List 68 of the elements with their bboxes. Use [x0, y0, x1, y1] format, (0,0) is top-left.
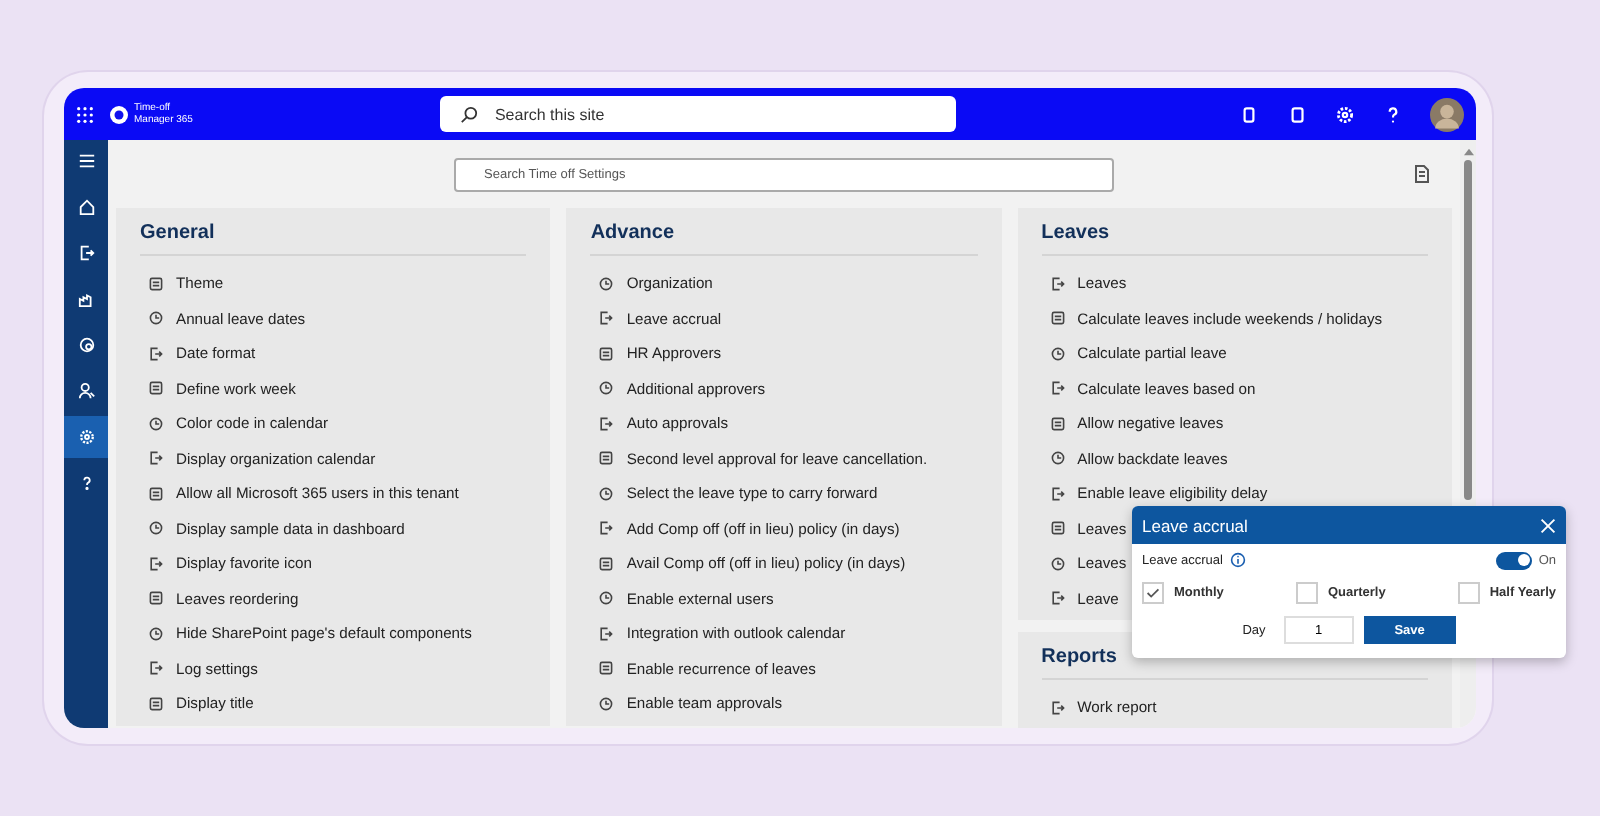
clock-icon: [1049, 345, 1066, 362]
exit-icon: [1049, 380, 1066, 397]
exit-icon: [598, 415, 615, 432]
menu-icon: [77, 152, 95, 170]
clock-icon: [598, 485, 615, 502]
checkbox[interactable]: [1295, 581, 1318, 603]
chart-icon: [77, 290, 95, 308]
report-icon[interactable]: [1412, 164, 1432, 184]
close-icon[interactable]: [1540, 517, 1556, 533]
document-icon: [1049, 415, 1066, 432]
exit-icon: [598, 625, 615, 642]
document-icon: [1049, 310, 1066, 327]
checkbox[interactable]: [1457, 581, 1480, 603]
person-icon: [77, 382, 95, 400]
document-icon: [148, 275, 164, 292]
clock-icon: [148, 310, 164, 327]
clock-icon: [148, 520, 164, 537]
exit-icon: [1049, 275, 1066, 292]
document-icon: [148, 380, 164, 397]
document-icon: [598, 345, 615, 362]
clock-icon: [1049, 555, 1066, 572]
globe-icon: [77, 336, 95, 354]
exit-icon: [148, 345, 164, 362]
clock-icon: [148, 415, 164, 432]
exit-icon: [598, 520, 615, 537]
nav-button[interactable]: [64, 416, 108, 458]
exit-icon: [148, 450, 164, 467]
document-icon: [148, 590, 164, 607]
home-icon: [77, 198, 95, 216]
app-launcher-icon[interactable]: [76, 105, 94, 123]
logo-icon: [110, 105, 128, 123]
section-title: Reports: [1041, 646, 1119, 672]
exit-icon: [148, 555, 164, 572]
document-icon: [148, 485, 164, 502]
exit-icon: [148, 660, 164, 677]
document-icon[interactable]: [1286, 103, 1308, 125]
exit-icon: [1049, 485, 1066, 502]
phone-icon[interactable]: [1238, 103, 1260, 125]
document-icon: [148, 695, 164, 712]
document-icon: [598, 450, 615, 467]
clock-icon: [598, 275, 615, 292]
search-field[interactable]: Search this site: [440, 96, 957, 132]
scroll-up-icon[interactable]: [1463, 148, 1473, 156]
section-title: General: [140, 222, 217, 248]
help-icon: [77, 474, 95, 492]
clock-icon: [148, 625, 164, 642]
settings-icon[interactable]: [1334, 103, 1356, 125]
clock-icon: [1049, 450, 1066, 467]
checkbox[interactable]: [1142, 581, 1164, 603]
clock-icon: [598, 380, 615, 397]
document-icon: [598, 660, 615, 677]
clock-icon: [598, 695, 615, 712]
toggle-switch[interactable]: [1496, 551, 1533, 569]
check-icon: [1144, 583, 1162, 601]
section-title: Leaves: [1041, 222, 1112, 248]
exit-icon: [1049, 699, 1066, 716]
info-icon[interactable]: [1230, 552, 1247, 568]
avatar[interactable]: [1430, 97, 1464, 131]
exit-icon: [77, 244, 95, 262]
clock-icon: [598, 590, 615, 607]
dialog-title: Leave accrual: [1142, 515, 1248, 535]
settings-icon: [77, 428, 95, 446]
exit-icon: [1049, 590, 1066, 607]
document-icon: [1049, 520, 1066, 537]
section-title: Advance: [590, 222, 677, 248]
exit-icon: [598, 310, 615, 327]
scrollbar-thumb[interactable]: [1464, 160, 1472, 500]
document-icon: [598, 555, 615, 572]
